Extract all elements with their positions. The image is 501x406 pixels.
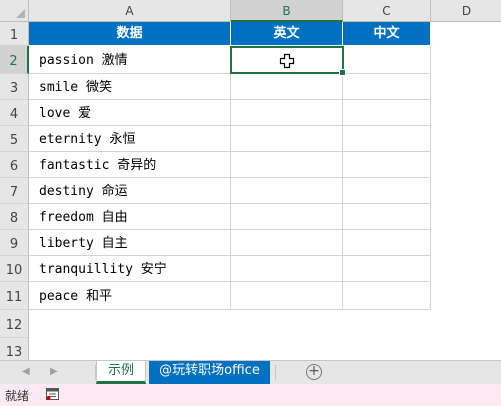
macro-record-icon[interactable] (46, 388, 59, 400)
status-bar: 就绪 (0, 384, 501, 406)
header-cell-english[interactable]: 英文 (231, 22, 343, 46)
cell-chinese[interactable] (343, 74, 431, 100)
cell-chinese[interactable] (343, 100, 431, 126)
row-header-7[interactable]: 7 (0, 178, 29, 204)
row-header-12[interactable]: 12 (0, 310, 29, 338)
row-header-3[interactable]: 3 (0, 74, 29, 100)
cell-english[interactable] (231, 100, 343, 126)
cell-english[interactable] (231, 282, 343, 310)
cell-chinese[interactable] (343, 178, 431, 204)
cell-select-cursor-icon (279, 53, 295, 69)
row-header-9[interactable]: 9 (0, 230, 29, 256)
column-header-b[interactable]: B (231, 0, 343, 22)
cell-chinese[interactable] (343, 230, 431, 256)
column-header-a[interactable]: A (29, 0, 231, 22)
cell-chinese[interactable] (343, 256, 431, 282)
sheet-tab-example[interactable]: 示例 (96, 361, 146, 384)
empty-cell[interactable] (29, 338, 231, 360)
add-sheet-icon[interactable]: + (306, 364, 322, 380)
cell-data[interactable]: destiny 命运 (29, 178, 231, 204)
spreadsheet-grid[interactable]: A B C D 1 2 3 4 5 6 7 8 9 10 11 12 13 数据 英文 中文 passi… (0, 0, 501, 360)
select-all-corner[interactable] (0, 0, 29, 22)
empty-cell[interactable] (231, 310, 343, 338)
column-header-d[interactable]: D (431, 0, 501, 22)
header-cell-data[interactable]: 数据 (29, 22, 231, 46)
empty-cell[interactable] (231, 338, 343, 360)
row-header-13[interactable]: 13 (0, 338, 29, 360)
empty-cell[interactable] (29, 310, 231, 338)
cell-english[interactable] (231, 230, 343, 256)
row-header-10[interactable]: 10 (0, 256, 29, 282)
sheet-tab-office[interactable]: @玩转职场office (149, 361, 270, 384)
cell-english[interactable] (231, 74, 343, 100)
row-header-2[interactable]: 2 (0, 46, 29, 74)
cell-data[interactable]: eternity 永恒 (29, 126, 231, 152)
cell-chinese[interactable] (343, 126, 431, 152)
cell-chinese[interactable] (343, 204, 431, 230)
cell-data[interactable]: love 爱 (29, 100, 231, 126)
cell-data[interactable]: passion 激情 (29, 46, 231, 74)
header-cell-chinese[interactable]: 中文 (343, 22, 431, 46)
next-sheet-icon[interactable]: ▶ (50, 366, 58, 377)
cell-chinese[interactable] (343, 46, 431, 74)
row-header-6[interactable]: 6 (0, 152, 29, 178)
status-ready: 就绪 (5, 389, 30, 403)
cell-data[interactable]: tranquillity 安宁 (29, 256, 231, 282)
column-header-c[interactable]: C (343, 0, 431, 22)
row-header-8[interactable]: 8 (0, 204, 29, 230)
tab-divider (275, 365, 276, 380)
empty-cell[interactable] (343, 338, 431, 360)
cell-chinese[interactable] (343, 152, 431, 178)
cell-data[interactable]: fantastic 奇异的 (29, 152, 231, 178)
cell-english[interactable] (231, 178, 343, 204)
cell-data[interactable]: smile 微笑 (29, 74, 231, 100)
row-header-4[interactable]: 4 (0, 100, 29, 126)
row-header-1[interactable]: 1 (0, 22, 29, 46)
row-header-5[interactable]: 5 (0, 126, 29, 152)
cell-english[interactable] (231, 256, 343, 282)
prev-sheet-icon[interactable]: ◀ (22, 366, 30, 377)
row-header-11[interactable]: 11 (0, 282, 29, 310)
cell-english[interactable] (231, 204, 343, 230)
sheet-tab-bar: ◀ ▶ 示例 @玩转职场office + (0, 360, 501, 384)
cell-data[interactable]: freedom 自由 (29, 204, 231, 230)
cell-chinese[interactable] (343, 282, 431, 310)
empty-cell[interactable] (343, 310, 431, 338)
fill-handle[interactable] (339, 69, 346, 76)
cell-english[interactable] (231, 152, 343, 178)
cell-english[interactable] (231, 126, 343, 152)
cell-data[interactable]: peace 和平 (29, 282, 231, 310)
cell-data[interactable]: liberty 自主 (29, 230, 231, 256)
